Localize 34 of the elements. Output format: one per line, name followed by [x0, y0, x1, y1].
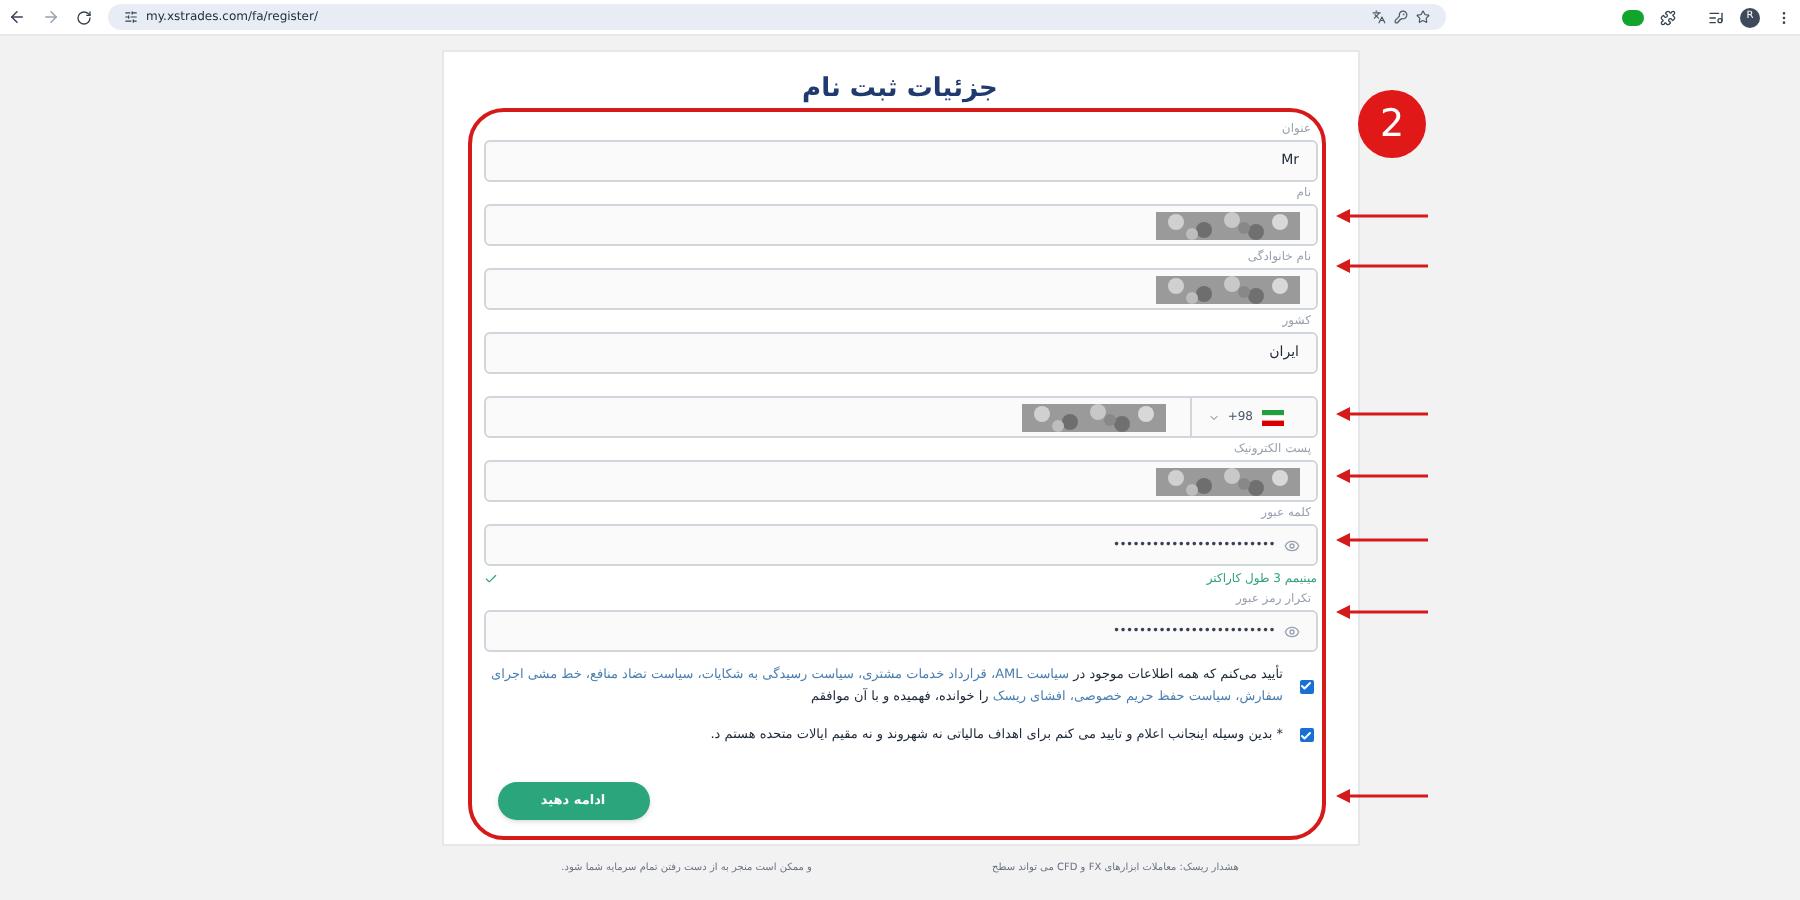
translate-icon: [1372, 10, 1386, 24]
forward-icon[interactable]: [42, 8, 60, 26]
step-number-badge: 2: [1358, 90, 1426, 158]
reload-icon[interactable]: [76, 9, 92, 25]
pointer-arrow: [1336, 788, 1428, 804]
checkbox[interactable]: [1299, 728, 1313, 742]
redacted-value-drawing: [1155, 275, 1299, 303]
check-icon: [1300, 680, 1312, 692]
pointer-arrow: [1336, 258, 1428, 274]
flag-icon: [1261, 409, 1283, 425]
checkbox[interactable]: [1299, 679, 1313, 693]
input-field[interactable]: [483, 204, 1317, 246]
eye-icon: [1283, 537, 1299, 553]
pointer-arrow: [1336, 532, 1428, 548]
site-settings-icon: [124, 10, 138, 24]
bookmark-icon[interactable]: [1416, 10, 1430, 24]
extensions-icon[interactable]: [1660, 9, 1676, 25]
eye-icon: [1283, 623, 1299, 639]
input-field[interactable]: [483, 268, 1317, 310]
pointer-arrow: [1336, 208, 1428, 224]
back-icon[interactable]: [8, 8, 26, 26]
pointer-arrow: [1336, 468, 1428, 484]
redacted-value-drawing: [1155, 211, 1299, 239]
check-icon: [1300, 729, 1312, 741]
input-field[interactable]: [483, 460, 1317, 502]
pointer-arrow: [1336, 604, 1428, 620]
redacted-value-drawing: [1155, 467, 1299, 495]
pointer-arrow: [1336, 406, 1428, 422]
extension-icon[interactable]: [1622, 9, 1644, 25]
check-icon: [483, 572, 497, 586]
key-icon: [1394, 10, 1408, 24]
caret-icon: [1207, 411, 1220, 423]
media-icon[interactable]: [1708, 9, 1724, 25]
page-title: جزئیات ثبت نام: [800, 72, 1000, 108]
